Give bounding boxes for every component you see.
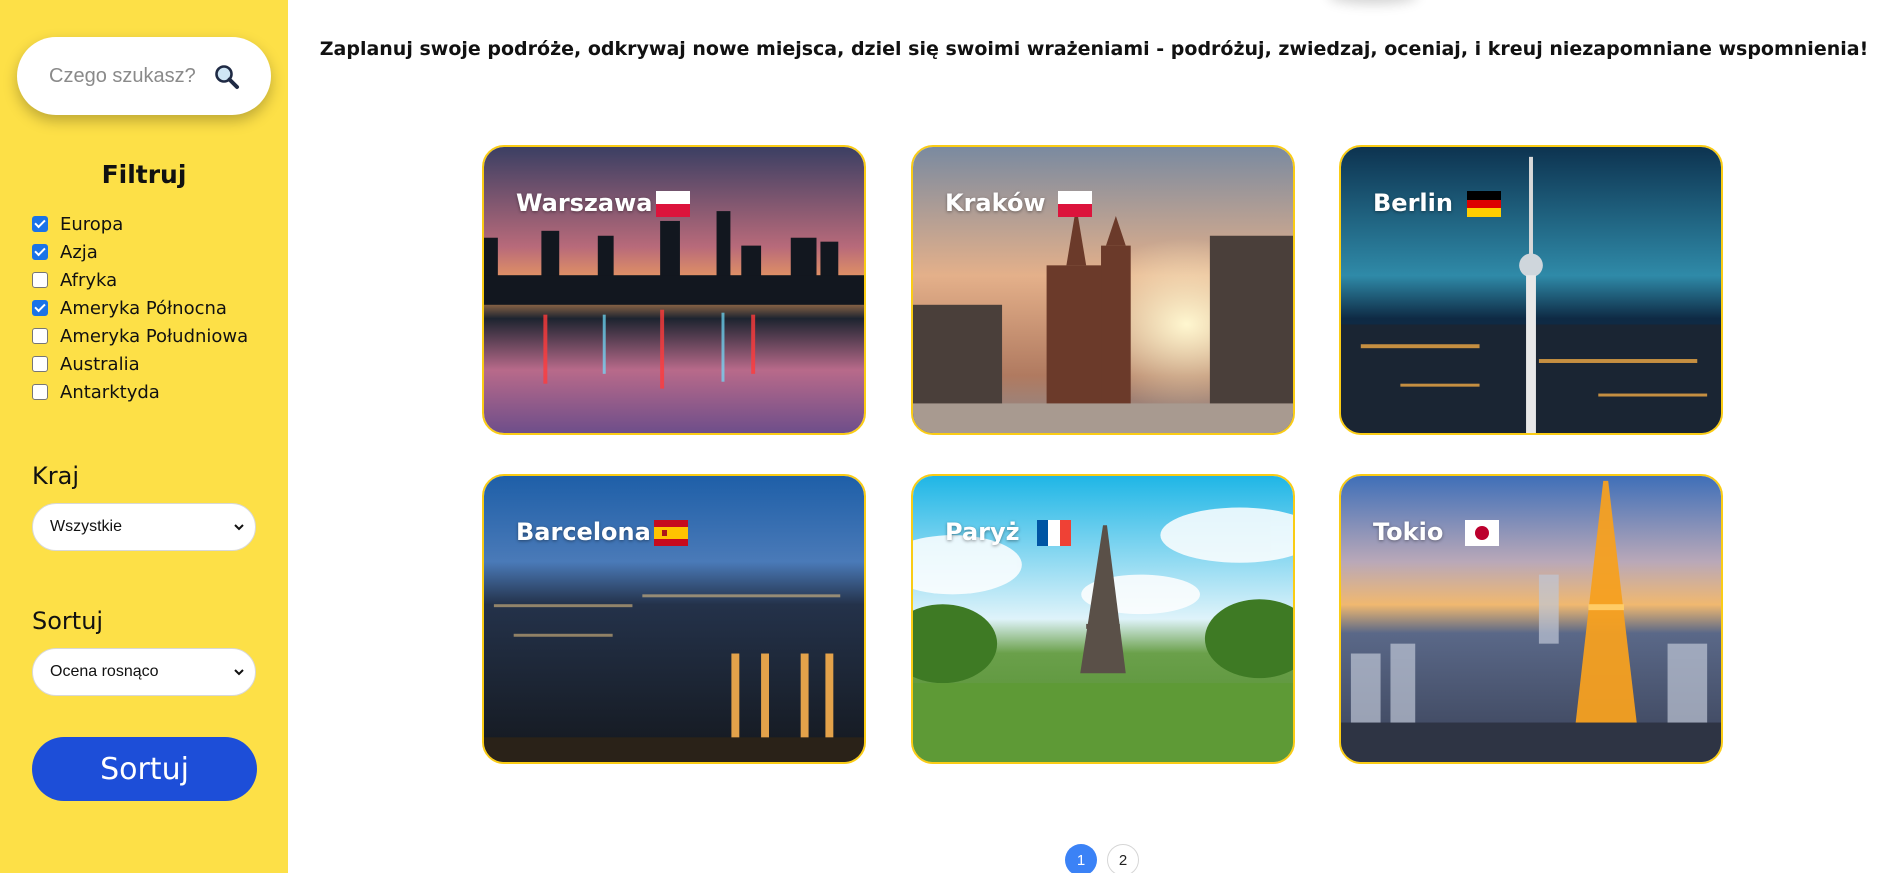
destination-card-barcelona[interactable]: Barcelona: [482, 474, 866, 764]
search-input[interactable]: [49, 64, 199, 88]
filter-title: Filtruj: [101, 160, 187, 189]
page: Filtruj Europa Azja Afryka Ameryka Półno…: [0, 0, 1900, 873]
checkbox[interactable]: [32, 384, 48, 400]
flag-germany-icon: [1467, 191, 1501, 217]
filter-item-ameryka-poludniowa[interactable]: Ameryka Południowa: [32, 322, 248, 350]
country-select[interactable]: Wszystkie: [32, 503, 256, 551]
page-button-2[interactable]: 2: [1107, 844, 1139, 873]
checkbox[interactable]: [32, 328, 48, 344]
flag-japan-icon: [1465, 520, 1499, 546]
checkbox[interactable]: [32, 300, 48, 316]
country-label: Kraj: [32, 462, 79, 490]
filter-label: Afryka: [60, 269, 118, 291]
filter-label: Ameryka Północna: [60, 297, 227, 319]
filter-list: Europa Azja Afryka Ameryka Północna Amer…: [32, 210, 248, 406]
filter-label: Europa: [60, 213, 124, 235]
sort-button[interactable]: Sortuj: [32, 737, 257, 801]
filter-item-australia[interactable]: Australia: [32, 350, 248, 378]
filter-item-afryka[interactable]: Afryka: [32, 266, 248, 294]
sort-label: Sortuj: [32, 607, 104, 635]
card-title: Barcelona: [516, 518, 651, 546]
flag-spain-icon: [654, 520, 688, 546]
destination-card-paryz[interactable]: Paryż: [911, 474, 1295, 764]
destination-card-krakow[interactable]: Kraków: [911, 145, 1295, 435]
filter-item-ameryka-polnocna[interactable]: Ameryka Północna: [32, 294, 248, 322]
tagline: Zaplanuj swoje podróże, odkrywaj nowe mi…: [319, 38, 1869, 60]
destination-card-warszawa[interactable]: Warszawa: [482, 145, 866, 435]
chevron-down-icon: [234, 669, 244, 676]
flag-poland-icon: [1058, 191, 1092, 217]
sort-select[interactable]: Ocena rosnąco: [32, 648, 256, 696]
card-title: Kraków: [945, 189, 1046, 217]
search-icon[interactable]: [213, 63, 241, 91]
page-button-1[interactable]: 1: [1065, 844, 1097, 873]
card-title: Tokio: [1373, 518, 1444, 546]
checkbox[interactable]: [32, 244, 48, 260]
destination-card-tokio[interactable]: Tokio: [1339, 474, 1723, 764]
filter-item-antarktyda[interactable]: Antarktyda: [32, 378, 248, 406]
filter-label: Azja: [60, 241, 98, 263]
search-box[interactable]: [17, 37, 271, 115]
checkbox[interactable]: [32, 356, 48, 372]
destination-card-berlin[interactable]: Berlin: [1339, 145, 1723, 435]
country-select-value: Wszystkie: [50, 518, 122, 535]
checkbox[interactable]: [32, 272, 48, 288]
filter-label: Australia: [60, 353, 140, 375]
card-title: Berlin: [1373, 189, 1453, 217]
filter-label: Antarktyda: [60, 381, 160, 403]
checkbox[interactable]: [32, 216, 48, 232]
filter-label: Ameryka Południowa: [60, 325, 249, 347]
chevron-down-icon: [234, 524, 244, 531]
sidebar: Filtruj Europa Azja Afryka Ameryka Półno…: [0, 0, 288, 873]
flag-poland-icon: [656, 191, 690, 217]
card-title: Warszawa: [516, 189, 653, 217]
flag-france-icon: [1037, 520, 1071, 546]
filter-item-europa[interactable]: Europa: [32, 210, 248, 238]
filter-item-azja[interactable]: Azja: [32, 238, 248, 266]
card-title: Paryż: [945, 518, 1020, 546]
sort-select-value: Ocena rosnąco: [50, 663, 159, 680]
